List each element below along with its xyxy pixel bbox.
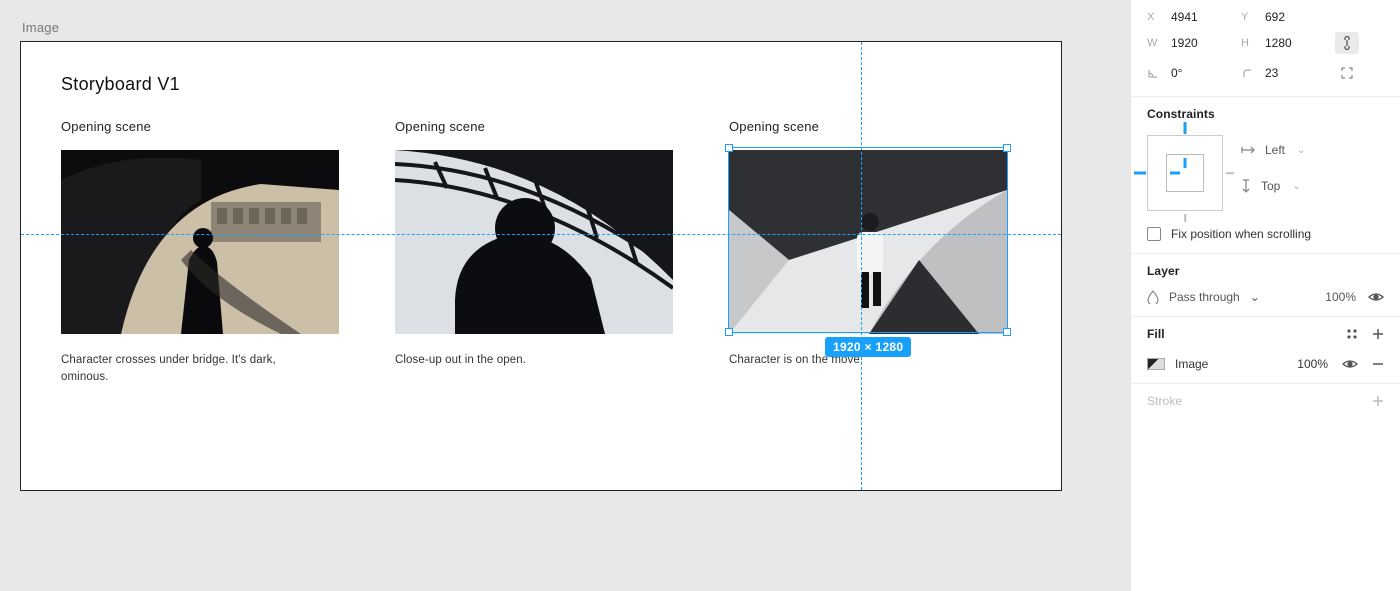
fill-swatch-icon[interactable] (1147, 358, 1165, 370)
link-dimensions-icon[interactable] (1335, 32, 1359, 54)
eye-icon[interactable] (1368, 291, 1384, 303)
frame-label[interactable]: Image (22, 20, 1110, 35)
fill-type-label: Image (1175, 357, 1208, 371)
constraints-widget[interactable] (1147, 135, 1223, 211)
corner-icon (1241, 67, 1255, 79)
angle-icon (1147, 67, 1161, 79)
scene-title[interactable]: Opening scene (61, 119, 339, 134)
closeup-silhouette-icon (395, 150, 673, 334)
fill-opacity-input[interactable]: 100% (1297, 357, 1328, 371)
canvas-area[interactable]: Image Storyboard V1 Opening scene (0, 0, 1130, 591)
constraint-horizontal-value: Left (1265, 143, 1285, 157)
arrow-vertical-icon (1241, 179, 1251, 193)
fill-entry[interactable]: Image (1147, 357, 1208, 371)
constraints-title: Constraints (1147, 107, 1384, 121)
w-label: W (1147, 37, 1161, 49)
minus-icon[interactable] (1372, 358, 1384, 370)
y-input[interactable] (1265, 10, 1320, 24)
scene-image-1[interactable] (61, 150, 339, 334)
chevron-down-icon: ⌄ (1297, 145, 1305, 156)
blend-mode-value: Pass through (1169, 290, 1240, 304)
layer-opacity-input[interactable]: 100% (1325, 290, 1356, 304)
h-label: H (1241, 37, 1255, 49)
scene-image-2[interactable] (395, 150, 673, 334)
scene-caption[interactable]: Close-up out in the open. (395, 352, 645, 369)
scene-1[interactable]: Opening scene (61, 119, 339, 385)
plus-icon[interactable] (1372, 395, 1384, 407)
scene-2[interactable]: Opening scene (395, 119, 673, 385)
droplet-icon (1147, 290, 1159, 304)
constraint-vertical-value: Top (1261, 179, 1280, 193)
chevron-down-icon: ⌄ (1250, 290, 1260, 304)
scene-caption[interactable]: Character crosses under bridge. It's dar… (61, 352, 311, 385)
walking-figure-icon (729, 150, 1007, 334)
constraint-vertical-select[interactable]: Top ⌄ (1241, 179, 1305, 193)
fix-position-label: Fix position when scrolling (1171, 227, 1311, 241)
bridge-silhouette-icon (61, 150, 339, 334)
scene-title[interactable]: Opening scene (729, 119, 1007, 134)
plus-icon[interactable] (1372, 328, 1384, 340)
section-stroke: Stroke (1131, 384, 1400, 420)
styles-icon[interactable] (1346, 328, 1358, 340)
section-layer: Layer Pass through ⌄ 100% (1131, 254, 1400, 317)
x-input[interactable] (1171, 10, 1226, 24)
fill-title: Fill (1147, 327, 1165, 341)
dimensions-badge: 1920 × 1280 (825, 337, 911, 357)
corner-radius-input[interactable] (1265, 66, 1320, 80)
independent-corners-icon[interactable] (1335, 62, 1359, 84)
h-input[interactable] (1265, 36, 1320, 50)
fix-position-checkbox[interactable] (1147, 227, 1161, 241)
chevron-down-icon: ⌄ (1292, 181, 1300, 192)
blend-mode-select[interactable]: Pass through ⌄ (1147, 290, 1260, 304)
scenes-row: Opening scene (61, 119, 1021, 385)
frame-storyboard[interactable]: Storyboard V1 Opening scene (20, 41, 1062, 491)
constraint-horizontal-select[interactable]: Left ⌄ (1241, 143, 1305, 157)
scene-3[interactable]: Opening scene (729, 119, 1007, 385)
app-root: Image Storyboard V1 Opening scene (0, 0, 1400, 591)
frame-title[interactable]: Storyboard V1 (61, 74, 1021, 95)
w-input[interactable] (1171, 36, 1226, 50)
section-fill: Fill Image 100% (1131, 317, 1400, 384)
section-transform: X Y W H (1131, 0, 1400, 97)
y-label: Y (1241, 11, 1255, 23)
scene-title[interactable]: Opening scene (395, 119, 673, 134)
scene-image-3-selected[interactable] (729, 150, 1007, 334)
rotation-input[interactable] (1171, 66, 1226, 80)
inspector-panel: X Y W H (1130, 0, 1400, 591)
eye-icon[interactable] (1342, 358, 1358, 370)
fix-position-checkbox-row[interactable]: Fix position when scrolling (1147, 227, 1384, 241)
layer-title: Layer (1147, 264, 1384, 278)
x-label: X (1147, 11, 1161, 23)
stroke-title: Stroke (1147, 394, 1182, 408)
section-constraints: Constraints (1131, 97, 1400, 254)
arrow-horizontal-icon (1241, 145, 1255, 155)
